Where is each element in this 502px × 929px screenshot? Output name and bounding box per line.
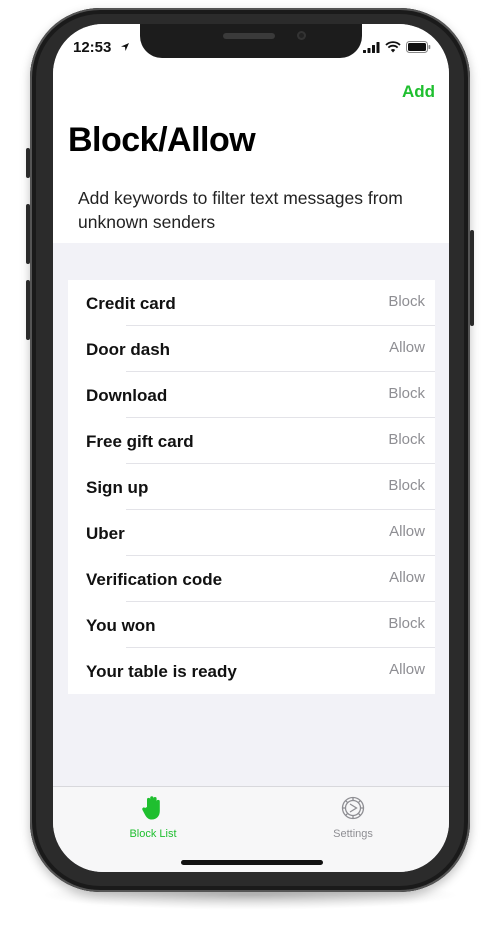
list-item[interactable]: Free gift card Block: [68, 418, 435, 464]
keyword-label: Free gift card: [86, 432, 194, 451]
front-camera: [297, 31, 306, 40]
battery-icon: [406, 41, 431, 53]
keyword-label: Door dash: [86, 340, 171, 359]
keyword-label: You won: [86, 616, 156, 635]
add-button[interactable]: Add: [402, 82, 435, 102]
home-indicator[interactable]: [181, 860, 323, 865]
keyword-list: Credit card Block Door dash Allow Downlo…: [68, 280, 435, 694]
keyword-action: Block: [388, 615, 425, 632]
keyword-label: Uber: [86, 524, 125, 543]
keyword-label: Download: [86, 386, 168, 405]
list-item[interactable]: Verification code Allow: [68, 556, 435, 602]
keyword-action: Allow: [389, 523, 425, 540]
status-time: 12:53: [73, 39, 112, 56]
list-item[interactable]: Download Block: [68, 372, 435, 418]
screen: 12:53 Add Block/Allow Add keywords to fi…: [53, 24, 449, 872]
list-item[interactable]: Credit card Block: [68, 280, 435, 326]
keyword-label: Credit card: [86, 294, 176, 313]
list-item[interactable]: Your table is ready Allow: [68, 648, 435, 694]
tab-settings-label: Settings: [333, 828, 373, 840]
notch: [140, 24, 362, 58]
mute-switch: [26, 148, 30, 178]
keyword-label: Verification code: [86, 570, 223, 589]
power-button: [470, 230, 474, 326]
keyword-label: Sign up: [86, 478, 149, 497]
tab-block-list-label: Block List: [129, 828, 177, 840]
list-item[interactable]: You won Block: [68, 602, 435, 648]
keyword-action: Allow: [389, 569, 425, 586]
list-item[interactable]: Uber Allow: [68, 510, 435, 556]
volume-down-button: [26, 280, 30, 340]
tab-block-list[interactable]: Block List: [93, 795, 213, 840]
gear-icon: [341, 796, 365, 820]
list-item[interactable]: Door dash Allow: [68, 326, 435, 372]
list-item[interactable]: Sign up Block: [68, 464, 435, 510]
hand-icon: [142, 796, 160, 820]
status-icons: [363, 41, 431, 53]
keyword-action: Block: [388, 385, 425, 402]
page-title: Block/Allow: [68, 121, 256, 159]
keyword-action: Allow: [389, 661, 425, 678]
speaker-grille: [223, 33, 275, 39]
cellular-signal-icon: [363, 41, 380, 53]
keyword-label: Your table is ready: [86, 662, 237, 681]
keyword-action: Allow: [389, 339, 425, 356]
location-arrow-icon: [121, 43, 129, 51]
keyword-action: Block: [388, 477, 425, 494]
tab-settings[interactable]: Settings: [293, 795, 413, 840]
volume-up-button: [26, 204, 30, 264]
keyword-action: Block: [388, 431, 425, 448]
keyword-action: Block: [388, 293, 425, 310]
wifi-icon: [385, 41, 401, 53]
page-subtitle: Add keywords to filter text messages fro…: [78, 188, 403, 232]
